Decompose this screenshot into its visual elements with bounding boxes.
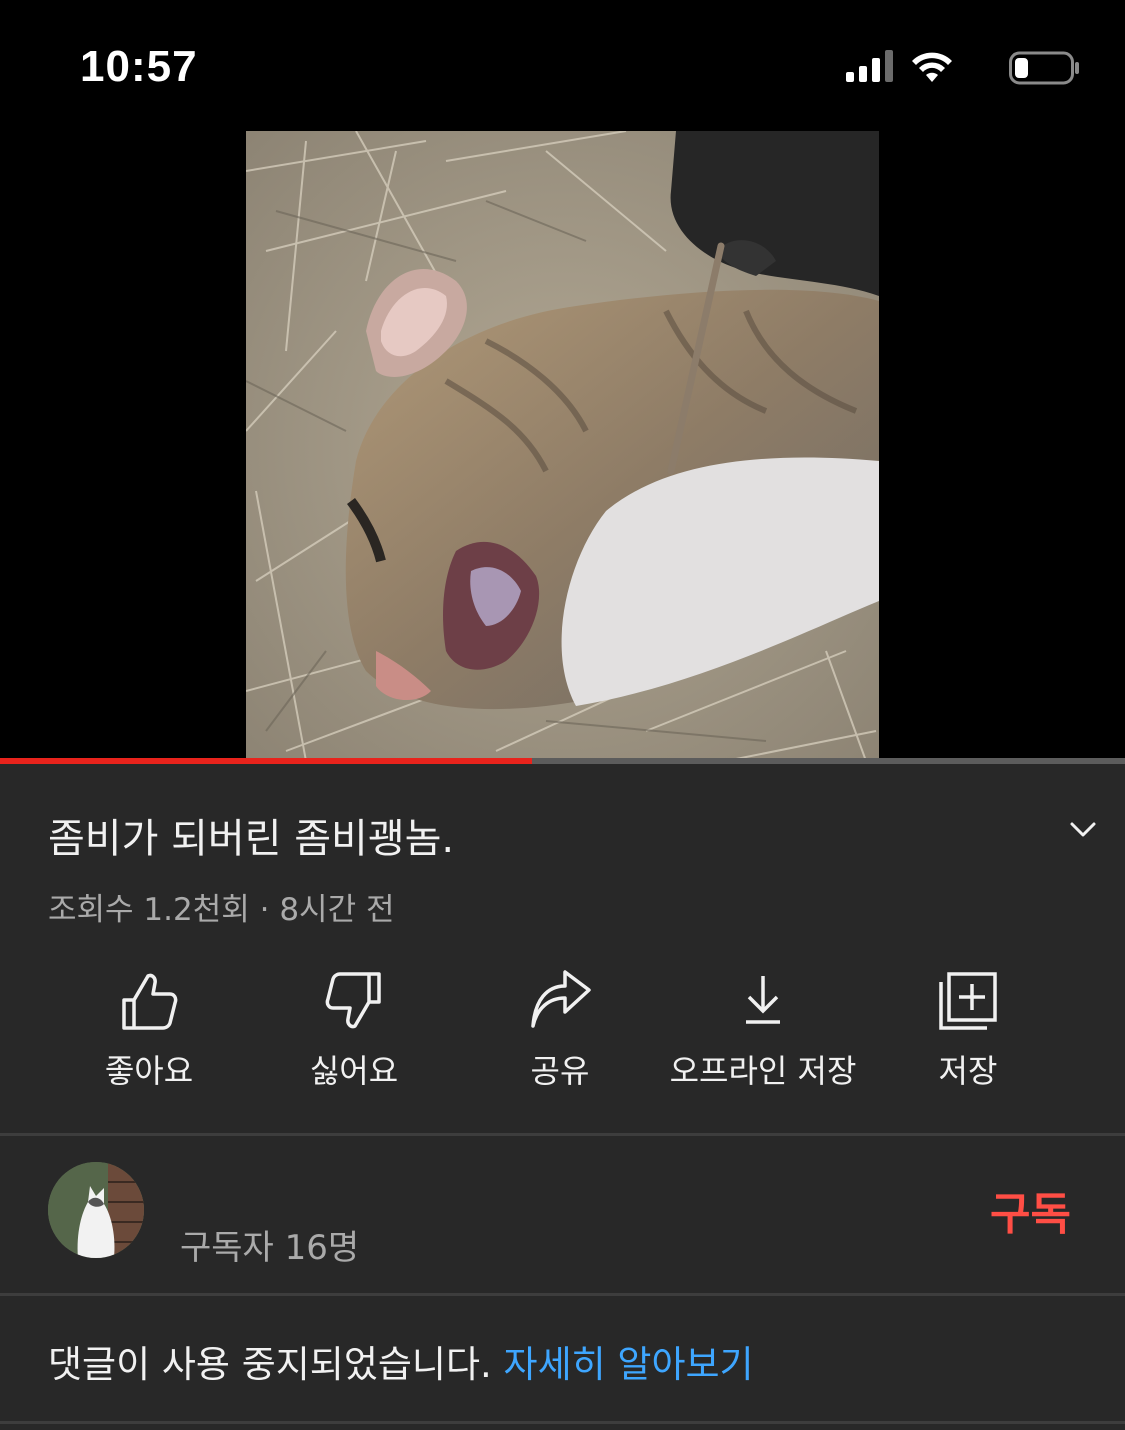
upload-age: 8시간 전 — [279, 892, 395, 928]
divider — [0, 1421, 1125, 1424]
subscriber-count: 구독자 16명 — [180, 1228, 360, 1268]
download-icon — [746, 976, 780, 1024]
wifi-icon — [912, 52, 952, 82]
save-label: 저장 — [938, 1052, 998, 1090]
comments-disabled-notice: 댓글이 사용 중지되었습니다. 자세히 알아보기 — [48, 1334, 754, 1388]
video-frame[interactable] — [246, 131, 879, 763]
dislike-label: 싫어요 — [309, 1052, 399, 1090]
status-time: 10:57 — [80, 42, 198, 91]
meta-separator: · — [249, 892, 280, 928]
cellular-signal-icon — [846, 50, 893, 82]
progress-fill — [0, 758, 533, 764]
video-meta: 조회수 1.2천회 · 8시간 전 — [48, 884, 394, 929]
channel-avatar[interactable] — [48, 1162, 144, 1258]
video-thumbnail — [246, 131, 879, 763]
subscribe-button[interactable]: 구독 — [990, 1178, 1071, 1242]
status-bar: 10:57 — [0, 0, 1125, 131]
divider — [0, 1133, 1125, 1136]
comments-disabled-message: 댓글이 사용 중지되었습니다. — [48, 1343, 504, 1386]
video-title: 좀비가 되버린 좀비괭놈. — [48, 816, 455, 862]
avatar-image — [48, 1162, 144, 1258]
thumbs-down-icon — [325, 972, 381, 1029]
learn-more-link[interactable]: 자세히 알아보기 — [504, 1343, 754, 1386]
share-icon — [531, 970, 591, 1028]
download-label: 오프라인 저장 — [669, 1052, 857, 1090]
download-button[interactable]: 오프라인 저장 — [643, 970, 883, 1092]
divider — [0, 1293, 1125, 1296]
save-to-playlist-button[interactable]: 저장 — [848, 970, 1088, 1092]
view-count: 조회수 1.2천회 — [48, 892, 250, 928]
add-to-playlist-icon — [939, 972, 997, 1030]
video-player[interactable] — [0, 131, 1125, 763]
like-button[interactable]: 좋아요 — [29, 970, 269, 1092]
progress-bar[interactable] — [0, 758, 1125, 764]
like-label: 좋아요 — [104, 1052, 194, 1090]
battery-icon — [1009, 51, 1079, 85]
chevron-down-icon[interactable] — [1068, 814, 1098, 844]
dislike-button[interactable]: 싫어요 — [234, 970, 474, 1092]
action-bar: 좋아요 싫어요 공유 오프라인 저장 저장 — [0, 970, 1125, 1100]
thumbs-up-icon — [122, 973, 178, 1030]
